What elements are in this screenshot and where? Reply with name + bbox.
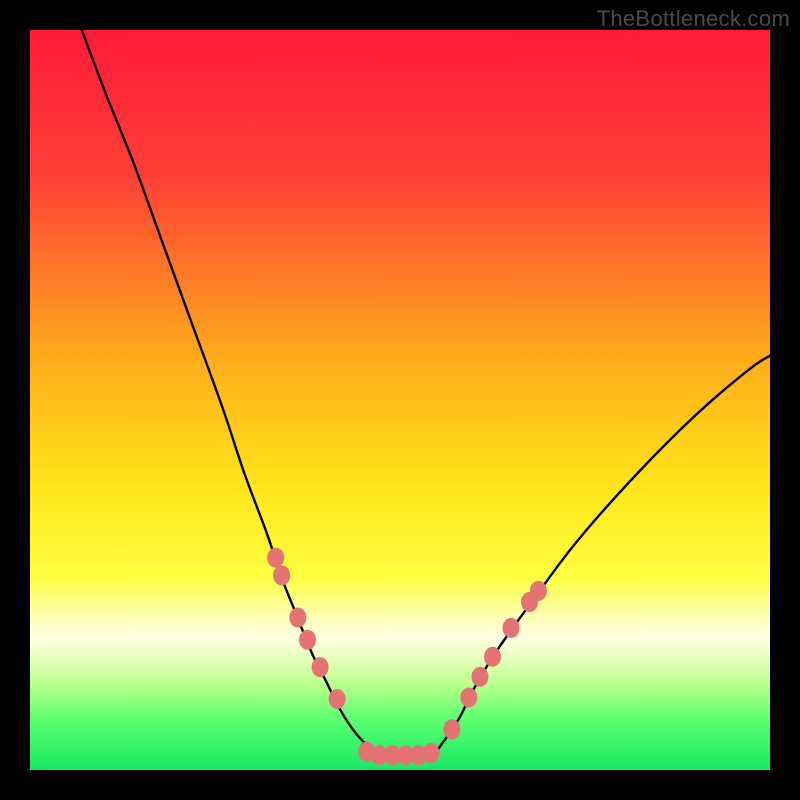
gradient-background (30, 30, 770, 770)
bottleneck-chart (30, 30, 770, 770)
data-marker (299, 630, 316, 650)
data-marker (443, 719, 460, 739)
watermark-text: TheBottleneck.com (597, 6, 790, 32)
data-marker (471, 667, 488, 687)
data-marker (460, 687, 477, 707)
data-marker (530, 581, 547, 601)
data-marker (423, 743, 440, 763)
data-marker (484, 647, 501, 667)
data-marker (289, 608, 306, 628)
plot-area (30, 30, 770, 770)
data-marker (329, 689, 346, 709)
data-marker (312, 657, 329, 677)
data-marker (267, 548, 284, 568)
chart-frame: TheBottleneck.com (0, 0, 800, 800)
data-marker (503, 618, 520, 638)
data-marker (273, 565, 290, 585)
